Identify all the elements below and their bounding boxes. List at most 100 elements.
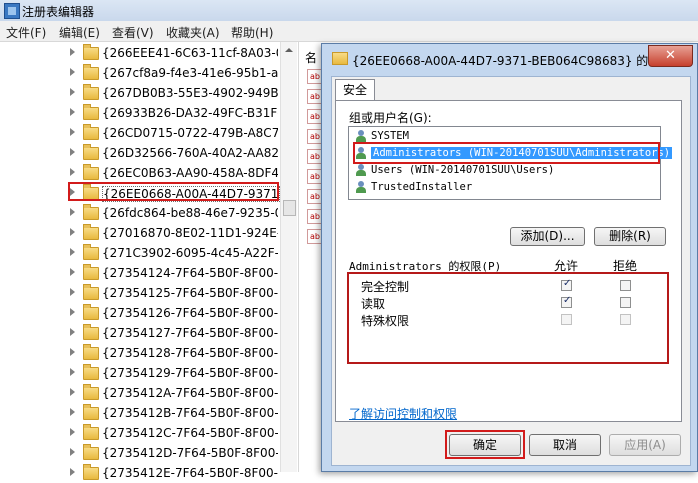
tree-item-label: {267cf8a9-f4e3-41e6-95b1-af8 [102, 66, 278, 80]
tree-item-label: {27354127-7F64-5B0F-8F00-5D [102, 326, 278, 340]
tree-item[interactable]: {267DB0B3-55E3-4902-949B-D [0, 83, 280, 103]
tree-item[interactable]: {27354129-7F64-5B0F-8F00-5D [0, 363, 280, 383]
tree-item-label: {2735412A-7F64-5B0F-8F00-5D [102, 386, 278, 400]
expand-arrow-icon[interactable] [70, 348, 75, 356]
folder-icon [83, 324, 99, 340]
tree-item-label: {27354126-7F64-5B0F-8F00-5D [102, 306, 278, 320]
user-list-item[interactable]: TrustedInstaller [353, 180, 658, 196]
folder-icon [83, 284, 99, 300]
expand-arrow-icon[interactable] [70, 468, 75, 476]
expand-arrow-icon[interactable] [70, 388, 75, 396]
folder-icon [83, 124, 99, 140]
menu-edit[interactable]: 编辑(E) [59, 24, 100, 41]
user-group-icon [355, 164, 367, 177]
tree-item[interactable]: {267cf8a9-f4e3-41e6-95b1-af8 [0, 63, 280, 83]
expand-arrow-icon[interactable] [70, 408, 75, 416]
close-button[interactable]: ✕ [648, 45, 693, 67]
folder-icon [83, 344, 99, 360]
tree-item[interactable]: {2735412B-7F64-5B0F-8F00-5D [0, 403, 280, 423]
user-group-icon [355, 181, 367, 194]
menu-file[interactable]: 文件(F) [6, 24, 46, 41]
expand-arrow-icon[interactable] [70, 248, 75, 256]
tree-item[interactable]: {2735412C-7F64-5B0F-8F00-5D [0, 423, 280, 443]
expand-arrow-icon[interactable] [70, 268, 75, 276]
tree-item[interactable]: {2735412E-7F64-5B0F-8F00-5D [0, 463, 280, 483]
user-name: Users (WIN-20140701SUU\Users) [371, 164, 555, 176]
expand-arrow-icon[interactable] [70, 328, 75, 336]
cancel-button[interactable]: 取消 [529, 434, 601, 456]
tree-item-label: {2735412C-7F64-5B0F-8F00-5D [102, 426, 278, 440]
tree-item-label: {2735412E-7F64-5B0F-8F00-5D [102, 466, 278, 480]
tree-item-label: {271C3902-6095-4c45-A22F-20 [102, 246, 278, 260]
tree-item[interactable]: {26D32566-760A-40A2-AA82-A [0, 143, 280, 163]
folder-icon [83, 64, 99, 80]
tree-item[interactable]: {27354126-7F64-5B0F-8F00-5D [0, 303, 280, 323]
scroll-thumb[interactable] [283, 200, 296, 216]
expand-arrow-icon[interactable] [70, 88, 75, 96]
folder-icon [83, 464, 99, 480]
tree-item-label: {26fdc864-be88-46e7-9235-03 [102, 206, 278, 220]
folder-icon [83, 224, 99, 240]
folder-icon [83, 384, 99, 400]
tree-scrollbar[interactable] [280, 42, 297, 472]
tree-item[interactable]: {27354124-7F64-5B0F-8F00-5D [0, 263, 280, 283]
tree-item[interactable]: {2735412D-7F64-5B0F-8F00-5D [0, 443, 280, 463]
folder-icon [83, 104, 99, 120]
tree-item[interactable]: {26EC0B63-AA90-458A-8DF4-5 [0, 163, 280, 183]
user-name: TrustedInstaller [371, 181, 473, 193]
tree-item-label: {26EC0B63-AA90-458A-8DF4-5 [102, 166, 278, 180]
expand-arrow-icon[interactable] [70, 168, 75, 176]
tree-item-label: {267DB0B3-55E3-4902-949B-D [102, 86, 278, 100]
menu-help[interactable]: 帮助(H) [231, 24, 273, 41]
expand-arrow-icon[interactable] [70, 288, 75, 296]
tree-item-label: {27354124-7F64-5B0F-8F00-5D [102, 266, 278, 280]
expand-arrow-icon[interactable] [70, 68, 75, 76]
tree-item[interactable]: {26CD0715-0722-479B-A8C7-2 [0, 123, 280, 143]
folder-icon [83, 44, 99, 60]
expand-arrow-icon[interactable] [70, 48, 75, 56]
tree-item[interactable]: {26933B26-DA32-49FC-B31F-0 [0, 103, 280, 123]
tree-item-label: {27354125-7F64-5B0F-8F00-5D [102, 286, 278, 300]
user-list-item[interactable]: Users (WIN-20140701SUU\Users) [353, 163, 658, 179]
tree-item[interactable]: {26fdc864-be88-46e7-9235-03 [0, 203, 280, 223]
tree-item[interactable]: {27354128-7F64-5B0F-8F00-5D [0, 343, 280, 363]
tree-item-label: {266EEE41-6C63-11cf-8A03-00 [102, 46, 278, 60]
tree-item[interactable]: {27354127-7F64-5B0F-8F00-5D [0, 323, 280, 343]
registry-tree[interactable]: {266EEE41-6C63-11cf-8A03-00 {267cf8a9-f4e… [0, 42, 296, 480]
tree-item[interactable]: {266EEE41-6C63-11cf-8A03-00 [0, 43, 280, 63]
expand-arrow-icon[interactable] [70, 308, 75, 316]
apply-button[interactable]: 应用(A) [609, 434, 681, 456]
expand-arrow-icon[interactable] [70, 428, 75, 436]
expand-arrow-icon[interactable] [70, 448, 75, 456]
folder-icon [83, 84, 99, 100]
folder-icon [83, 264, 99, 280]
add-button[interactable]: 添加(D)... [510, 227, 585, 246]
expand-arrow-icon[interactable] [70, 208, 75, 216]
tree-item-label: {26CD0715-0722-479B-A8C7-2 [102, 126, 278, 140]
tree-item[interactable]: {27016870-8E02-11D1-924E-0 [0, 223, 280, 243]
values-pane: 名 ab ab ab ab ab ab ab ab ab [298, 42, 323, 472]
user-name: SYSTEM [371, 130, 409, 142]
tab-security[interactable]: 安全 [335, 79, 375, 101]
dialog-title-bar: {26EE0668-A00A-44D7-9371-BEB064C98683} 的… [322, 44, 697, 74]
ok-button-highlight [445, 430, 525, 459]
window-title-bar: 注册表编辑器 [0, 0, 698, 21]
menu-view[interactable]: 查看(V) [112, 24, 154, 41]
scroll-up-arrow-icon[interactable] [285, 48, 293, 52]
tree-item[interactable]: {2735412A-7F64-5B0F-8F00-5D [0, 383, 280, 403]
tree-item[interactable]: {27354125-7F64-5B0F-8F00-5D [0, 283, 280, 303]
tree-item-label: {27016870-8E02-11D1-924E-0 [102, 226, 278, 240]
expand-arrow-icon[interactable] [70, 368, 75, 376]
folder-icon [83, 144, 99, 160]
remove-button[interactable]: 删除(R) [594, 227, 666, 246]
folder-icon [83, 204, 99, 220]
expand-arrow-icon[interactable] [70, 128, 75, 136]
expand-arrow-icon[interactable] [70, 108, 75, 116]
values-column-header[interactable]: 名 [305, 49, 317, 66]
tree-item[interactable]: {271C3902-6095-4c45-A22F-20 [0, 243, 280, 263]
access-control-help-link[interactable]: 了解访问控制和权限 [349, 405, 457, 422]
menu-favorites[interactable]: 收藏夹(A) [166, 24, 220, 41]
expand-arrow-icon[interactable] [70, 228, 75, 236]
expand-arrow-icon[interactable] [70, 148, 75, 156]
folder-icon [83, 304, 99, 320]
